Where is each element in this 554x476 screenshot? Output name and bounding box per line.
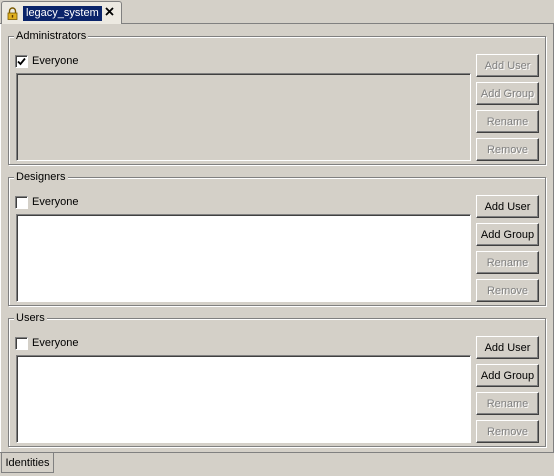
add-group-button[interactable]: Add Group — [476, 364, 539, 387]
group-legend: Users — [14, 311, 47, 325]
remove-button[interactable]: Remove — [476, 279, 539, 302]
group-designers: Designers Everyone Add User Add Group Re… — [8, 170, 546, 307]
everyone-checkbox[interactable] — [15, 54, 28, 68]
editor-tab-legacy-system[interactable]: legacy_system — [1, 1, 122, 24]
group-legend: Administrators — [14, 29, 89, 43]
members-list[interactable] — [16, 355, 471, 443]
editor-content: Administrators Everyone Add User Add Gro… — [0, 24, 554, 452]
group-buttons: Add User Add Group Rename Remove — [476, 336, 539, 448]
tab-identities[interactable]: Identities — [1, 453, 54, 473]
lock-icon — [7, 6, 19, 20]
add-group-button[interactable]: Add Group — [476, 82, 539, 105]
everyone-checkbox-row[interactable]: Everyone — [15, 336, 78, 350]
rename-button[interactable]: Rename — [476, 251, 539, 274]
add-user-button[interactable]: Add User — [476, 54, 539, 77]
everyone-label: Everyone — [32, 55, 79, 67]
everyone-checkbox[interactable] — [15, 336, 28, 350]
everyone-checkbox-row[interactable]: Everyone — [15, 54, 78, 68]
group-administrators: Administrators Everyone Add User Add Gro… — [8, 29, 546, 166]
rename-button[interactable]: Rename — [476, 110, 539, 133]
identities-editor-window: legacy_system Administrators Everyone Ad… — [0, 0, 554, 476]
remove-button[interactable]: Remove — [476, 420, 539, 443]
close-icon[interactable] — [104, 6, 115, 17]
everyone-checkbox-row[interactable]: Everyone — [15, 195, 78, 209]
group-legend: Designers — [14, 170, 68, 184]
group-users: Users Everyone Add User Add Group Rename… — [8, 311, 546, 448]
group-buttons: Add User Add Group Rename Remove — [476, 195, 539, 307]
everyone-checkbox[interactable] — [15, 195, 28, 209]
group-buttons: Add User Add Group Rename Remove — [476, 54, 539, 166]
members-list[interactable] — [16, 214, 471, 302]
members-list[interactable] — [16, 73, 471, 161]
checkmark-icon — [17, 57, 26, 65]
everyone-label: Everyone — [32, 196, 79, 208]
add-user-button[interactable]: Add User — [476, 336, 539, 359]
rename-button[interactable]: Rename — [476, 392, 539, 415]
remove-button[interactable]: Remove — [476, 138, 539, 161]
editor-tab-title: legacy_system — [23, 5, 102, 21]
everyone-label: Everyone — [32, 337, 79, 349]
add-group-button[interactable]: Add Group — [476, 223, 539, 246]
editor-tab-strip: legacy_system — [0, 0, 554, 24]
add-user-button[interactable]: Add User — [476, 195, 539, 218]
bottom-tab-strip: Identities — [0, 452, 554, 476]
